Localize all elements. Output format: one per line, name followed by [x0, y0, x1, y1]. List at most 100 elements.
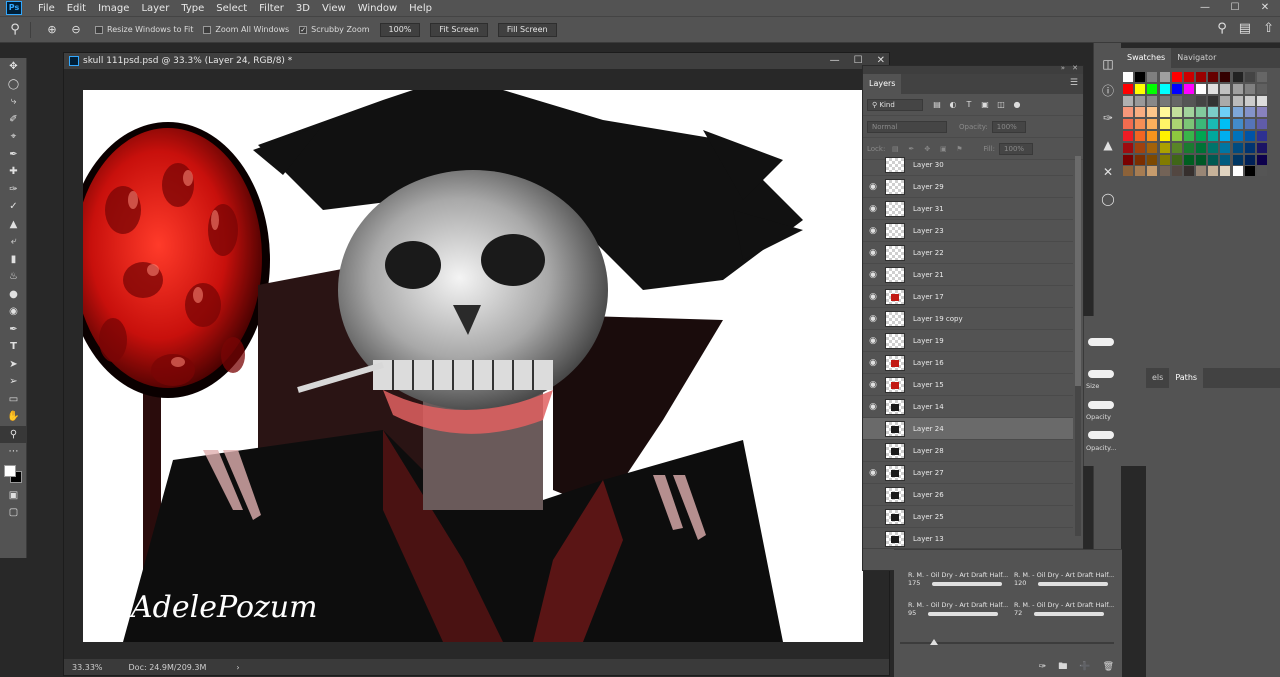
- color-swatch[interactable]: [1159, 166, 1170, 177]
- visibility-eye-icon[interactable]: ◉: [863, 226, 883, 236]
- color-swatch[interactable]: [1256, 154, 1267, 165]
- color-swatch[interactable]: [1196, 142, 1207, 153]
- color-swatch[interactable]: [1232, 107, 1243, 118]
- document-tab[interactable]: skull 111psd.psd @ 33.3% (Layer 24, RGB/…: [64, 53, 889, 69]
- color-swatch[interactable]: [1208, 107, 1219, 118]
- color-swatch[interactable]: [1256, 95, 1267, 106]
- canvas-area[interactable]: AdelePozum: [64, 69, 889, 659]
- visibility-eye-icon[interactable]: ◉: [863, 468, 883, 478]
- scrubby-zoom-checkbox[interactable]: ✓ Scrubby Zoom: [299, 25, 370, 34]
- more-tools-icon[interactable]: ⋯: [0, 443, 27, 461]
- layer-row[interactable]: ◉ Layer 13: [863, 528, 1073, 550]
- color-swatch[interactable]: [1135, 130, 1146, 141]
- menu-view[interactable]: View: [316, 3, 352, 14]
- color-swatch[interactable]: [1232, 166, 1243, 177]
- color-swatch[interactable]: [1244, 119, 1255, 130]
- zoom-value-field[interactable]: 100%: [379, 22, 421, 37]
- blur-tool-icon[interactable]: ●: [0, 286, 27, 304]
- color-swatch[interactable]: [1196, 119, 1207, 130]
- color-swatch[interactable]: [1183, 83, 1194, 94]
- color-swatch[interactable]: [1208, 83, 1219, 94]
- layer-row[interactable]: ◉ Layer 29: [863, 176, 1073, 198]
- scroll-thumb[interactable]: [1075, 156, 1081, 386]
- menu-help[interactable]: Help: [403, 3, 438, 14]
- path-select-icon[interactable]: ➤: [0, 356, 27, 374]
- collapse-icon[interactable]: »: [1061, 64, 1065, 72]
- color-swatch[interactable]: [1183, 107, 1194, 118]
- layers-scrollbar[interactable]: [1075, 156, 1081, 536]
- layer-row[interactable]: ◉ Layer 30: [863, 154, 1073, 176]
- color-swatch[interactable]: [1159, 119, 1170, 130]
- color-swatch[interactable]: [1123, 72, 1133, 82]
- color-swatch[interactable]: [1220, 72, 1231, 82]
- color-swatch[interactable]: [1256, 72, 1267, 82]
- color-swatch[interactable]: [1159, 130, 1170, 141]
- color-swatch[interactable]: [1244, 142, 1255, 153]
- color-swatch[interactable]: [1171, 119, 1182, 130]
- menu-edit[interactable]: Edit: [61, 3, 92, 14]
- trash-icon[interactable]: 🗑: [1103, 662, 1114, 672]
- color-swatch[interactable]: [1232, 130, 1243, 141]
- visibility-eye-icon[interactable]: ◉: [863, 380, 883, 390]
- color-swatch[interactable]: [1208, 130, 1219, 141]
- foreground-color[interactable]: [4, 464, 16, 477]
- layer-row[interactable]: ◉ Layer 24: [863, 418, 1073, 440]
- visibility-eye-icon[interactable]: ◉: [863, 182, 883, 192]
- visibility-eye-icon[interactable]: ◉: [863, 292, 883, 302]
- color-swatch[interactable]: [1220, 130, 1231, 141]
- minimize-button[interactable]: —: [1190, 0, 1220, 16]
- color-swatch[interactable]: [1159, 83, 1170, 94]
- doc-minimize-button[interactable]: —: [830, 53, 840, 69]
- mixer-brush-icon[interactable]: ✓: [0, 198, 27, 216]
- brush-tip-preview[interactable]: [1088, 401, 1114, 409]
- color-swatch[interactable]: [1196, 83, 1207, 94]
- color-swatch[interactable]: [1196, 154, 1207, 165]
- hand-tool-icon[interactable]: ✋: [0, 408, 27, 426]
- color-swatch[interactable]: [1183, 154, 1194, 165]
- menu-image[interactable]: Image: [92, 3, 135, 14]
- lock-artboard-icon[interactable]: ▣: [937, 143, 949, 155]
- visibility-eye-icon[interactable]: ◉: [863, 314, 883, 324]
- color-swatch[interactable]: [1135, 107, 1146, 118]
- color-swatch[interactable]: [1123, 166, 1133, 177]
- menu-window[interactable]: Window: [352, 3, 403, 14]
- color-swatch[interactable]: [1135, 154, 1146, 165]
- layer-row[interactable]: ◉ Layer 15: [863, 374, 1073, 396]
- color-swatch[interactable]: [1171, 107, 1182, 118]
- color-swatch[interactable]: [1183, 130, 1194, 141]
- color-swatch[interactable]: [1244, 95, 1255, 106]
- color-swatch[interactable]: [1256, 119, 1267, 130]
- quick-mask-icon[interactable]: ▣: [0, 487, 27, 505]
- color-swatch[interactable]: [1256, 166, 1267, 177]
- zoom-tool-preset-icon[interactable]: ⚲: [6, 21, 24, 39]
- smartobject-filter-icon[interactable]: ◫: [995, 99, 1007, 111]
- brush-tool-icon[interactable]: ✑: [0, 181, 27, 199]
- brush-panel-icon[interactable]: ✑: [1094, 105, 1122, 132]
- color-swatch[interactable]: [1183, 119, 1194, 130]
- zoom-tool-icon[interactable]: ⚲: [0, 425, 27, 443]
- panel-close-icon[interactable]: ✕: [1072, 64, 1078, 72]
- visibility-eye-icon[interactable]: ◉: [863, 248, 883, 258]
- menu-file[interactable]: File: [32, 3, 61, 14]
- filter-toggle-icon[interactable]: ●: [1011, 99, 1023, 111]
- tab-layers[interactable]: Layers: [863, 74, 902, 94]
- lasso-tool-icon[interactable]: ⤷: [0, 93, 27, 111]
- color-swatch[interactable]: [1123, 83, 1133, 94]
- color-swatch[interactable]: [1196, 130, 1207, 141]
- share-icon[interactable]: ⇧: [1263, 21, 1274, 36]
- clone-stamp-icon[interactable]: ▲: [0, 216, 27, 234]
- visibility-eye-icon[interactable]: ◉: [863, 446, 883, 456]
- color-swatch[interactable]: [1220, 154, 1231, 165]
- maximize-button[interactable]: ☐: [1220, 0, 1250, 16]
- visibility-eye-icon[interactable]: ◉: [863, 358, 883, 368]
- color-swatch[interactable]: [1183, 95, 1194, 106]
- clone-source-icon[interactable]: ▲: [1094, 132, 1122, 159]
- color-swatch[interactable]: [1123, 154, 1133, 165]
- brush-preset[interactable]: R. M. - Oil Dry - Art Draft Half... 72: [1014, 601, 1120, 617]
- visibility-eye-icon[interactable]: ◉: [863, 534, 883, 544]
- color-swatch[interactable]: [1159, 72, 1170, 82]
- color-swatch[interactable]: [1147, 142, 1158, 153]
- color-swatch[interactable]: [1196, 166, 1207, 177]
- color-swatch[interactable]: [1220, 107, 1231, 118]
- shape-filter-icon[interactable]: ▣: [979, 99, 991, 111]
